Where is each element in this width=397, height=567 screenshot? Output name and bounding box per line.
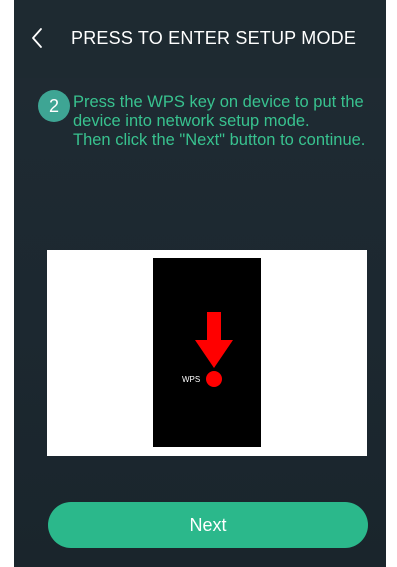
back-button[interactable] bbox=[22, 20, 52, 56]
device-image: WPS bbox=[153, 258, 261, 447]
wps-illustration: WPS bbox=[47, 250, 367, 456]
down-arrow-icon bbox=[195, 312, 233, 368]
instruction-line: Then click the "Next" button to continue… bbox=[73, 131, 366, 149]
step-number-badge: 2 bbox=[38, 90, 70, 122]
instruction-line: Press the WPS key on device to put the d… bbox=[73, 93, 364, 130]
wps-button-indicator bbox=[206, 371, 222, 387]
setup-screen: PRESS TO ENTER SETUP MODE 2 Press the WP… bbox=[14, 0, 386, 567]
page-title: PRESS TO ENTER SETUP MODE bbox=[71, 28, 357, 48]
instruction-text: Press the WPS key on device to put the d… bbox=[73, 93, 373, 150]
next-button[interactable]: Next bbox=[48, 502, 368, 548]
top-bar: PRESS TO ENTER SETUP MODE bbox=[14, 0, 386, 78]
wps-label: WPS bbox=[182, 375, 201, 384]
chevron-left-icon bbox=[32, 28, 42, 48]
